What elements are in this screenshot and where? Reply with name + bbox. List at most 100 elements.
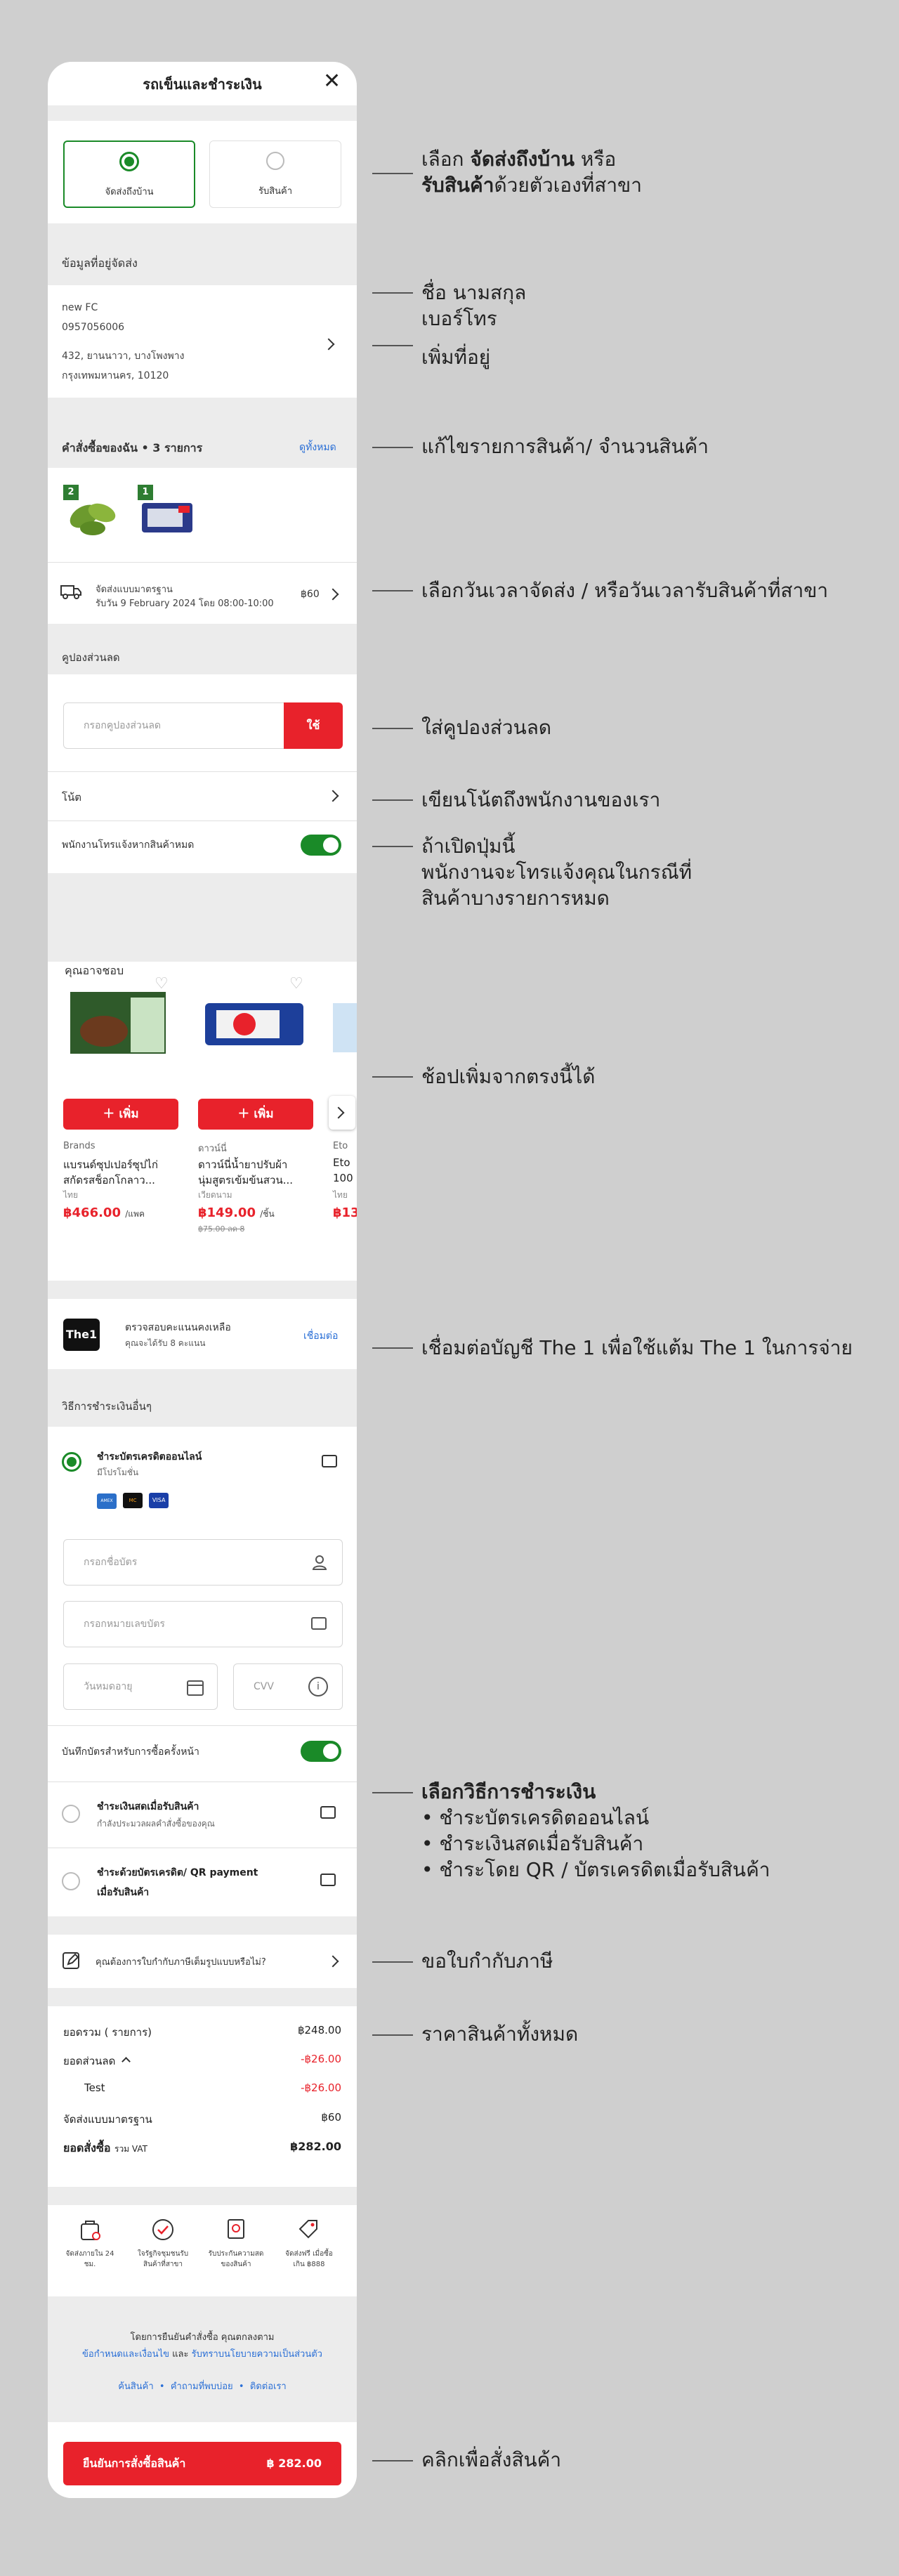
order-section-title: คำสั่งซื้อของฉัน • 3 รายการ <box>62 441 203 455</box>
note-row[interactable]: โน้ต <box>48 772 357 820</box>
subtotal-value: ฿248.00 <box>297 2024 341 2036</box>
annotation-shipping-slot: เลือกวันเวลาจัดส่ง / หรือวันเวลารับสินค้… <box>421 579 829 602</box>
credit-card-icon <box>311 1617 327 1630</box>
terms-links: ข้อกำหนดและเงื่อนไข และ รับทราบนโยบายควา… <box>82 2349 322 2360</box>
qr-payment-option[interactable]: ชำระด้วยบัตรเครดิต/ QR payment เมื่อรับส… <box>48 1848 357 1916</box>
product-old-price: ฿75.00 ลด 8 <box>198 1224 245 1234</box>
carousel-next-button[interactable] <box>329 1096 355 1130</box>
footer-links: ค้นสินค้า • คำถามที่พบบ่อย • ติดต่อเรา <box>118 2381 287 2392</box>
checkout-total: ฿ 282.00 <box>266 2457 322 2470</box>
card-name-input[interactable]: กรอกชื่อบัตร <box>63 1539 343 1586</box>
annotation-tax: ขอใบกำกับภาษี <box>421 1949 553 1973</box>
product-brand: Eto <box>333 1141 348 1151</box>
shipping-fee-value: ฿60 <box>321 2111 341 2124</box>
address-section-title: ข้อมูลที่อยู่จัดส่ง <box>62 256 138 270</box>
the1-row[interactable]: The1 ตรวจสอบคะแนนคงเหลือ คุณจะได้รับ 8 ค… <box>48 1299 357 1369</box>
save-card-toggle[interactable] <box>301 1741 341 1762</box>
heart-icon[interactable]: ♡ <box>155 975 169 993</box>
product-image <box>333 1003 357 1052</box>
card-number-input[interactable]: กรอกหมายเลขบัตร <box>63 1601 343 1647</box>
edit-document-icon <box>63 1952 79 1969</box>
discount-item-label: Test <box>84 2081 105 2094</box>
product-thumb-1[interactable]: 2 <box>63 485 122 544</box>
chevron-right-icon <box>322 338 335 351</box>
product-price: ฿13 <box>333 1205 357 1220</box>
benefit-item: จัดส่งภายใน 24 ชม. <box>53 2218 126 2270</box>
chevron-right-icon <box>327 588 339 601</box>
terms-text: โดยการยืนยันคำสั่งซื้อ คุณตกลงตาม <box>130 2332 275 2343</box>
heart-icon[interactable]: ♡ <box>289 975 303 993</box>
annotation-total: ราคาสินค้าทั้งหมด <box>421 2022 579 2046</box>
delivery-home-label: จัดส่งถึงบ้าน <box>105 187 154 197</box>
info-icon[interactable]: i <box>308 1677 328 1696</box>
expiry-input[interactable]: วันหมดอายุ <box>63 1663 218 1710</box>
cod-sub: กำลังประมวลผลคำสั่งซื้อของคุณ <box>97 1819 215 1829</box>
delivery-home-option[interactable]: จัดส่งถึงบ้าน <box>63 140 195 208</box>
truck-icon <box>60 585 81 599</box>
chevron-up-icon <box>122 2057 131 2066</box>
product-name-cont: นุ่มสูตรเข้มข้นสวน... <box>198 1174 294 1186</box>
product-thumb-2[interactable]: 1 <box>138 485 197 544</box>
qr-title: ชำระด้วยบัตรเครดิต/ QR payment <box>97 1867 258 1878</box>
page-title: รถเข็นและชำระเงิน <box>143 76 262 93</box>
the1-connect-link[interactable]: เชื่อมต่อ <box>303 1328 338 1344</box>
apply-coupon-button[interactable]: ใช้ <box>284 702 343 749</box>
discount-toggle[interactable]: ยอดส่วนลด <box>63 2053 131 2070</box>
footer-link-contact[interactable]: ติดต่อเรา <box>250 2381 287 2392</box>
delivery-bag-icon <box>81 2221 100 2240</box>
delivery-pickup-label: รับสินค้า <box>258 186 293 197</box>
benefit-item: รับประกันความสด ของสินค้า <box>199 2218 273 2270</box>
confirm-order-button[interactable]: ยืนยันการสั่งซื้อสินค้า ฿ 282.00 <box>63 2442 341 2485</box>
subtotal-label: ยอดรวม ( รายการ) <box>63 2026 152 2039</box>
order-total-label: ยอดสั่งซื้อ รวม VAT <box>63 2141 147 2155</box>
card-payment-option[interactable]: ชำระบัตรเครดิตออนไลน์ มีโปรโมชั่น AMEX M… <box>48 1427 357 1518</box>
coupon-input[interactable]: กรอกคูปองส่วนลด <box>63 702 288 749</box>
radio-unselected-icon <box>62 1872 80 1890</box>
tax-invoice-label: คุณต้องการใบกำกับภาษีเต็มรูปแบบหรือไม่? <box>96 1957 266 1968</box>
annotation-the1: เชื่อมต่อบัญชี The 1 เพื่อใช้แต้ม The 1 … <box>421 1336 853 1359</box>
benefit-item: ใจรัฐกิจชุมชนรับ สินค้าที่สาขา <box>126 2218 199 2270</box>
cod-payment-option[interactable]: ชำระเงินสดเมื่อรับสินค้า กำลังประมวลผลคำ… <box>48 1782 357 1847</box>
annotation-edit-items: แก้ไขรายการสินค้า/ จำนวนสินค้า <box>421 435 709 458</box>
recipient-phone: 0957056006 <box>62 322 125 333</box>
add-to-cart-button[interactable]: ＋ เพิ่ม <box>198 1099 313 1130</box>
radio-selected-icon <box>119 152 139 171</box>
annotation-coupon: ใส่คูปองส่วนลด <box>421 716 552 739</box>
cvv-input[interactable]: CVV i <box>233 1663 343 1710</box>
free-shipping-tag-icon <box>298 2220 317 2239</box>
product-name-cont: 100 <box>333 1172 353 1184</box>
close-icon[interactable]: ✕ <box>323 69 341 93</box>
product-price: ฿149.00 /ชิ้น <box>198 1205 275 1220</box>
address-card[interactable]: new FC 0957056006 432, ยานนาวา, บางโพงพา… <box>48 285 357 398</box>
product-card[interactable]: ♡ ＋ เพิ่ม Brands แบรนด์ซุปเปอร์ซุปไก่ สก… <box>63 975 183 1235</box>
product-name: ดาวน์นี่น้ำยาปรับผ้า <box>198 1158 288 1171</box>
product-origin: เวียดนาม <box>198 1190 232 1200</box>
annotation-shop-more: ช้อปเพิ่มจากตรงนี้ได้ <box>421 1065 596 1088</box>
shipping-title: จัดส่งแบบมาตรฐาน <box>96 584 173 595</box>
staff-call-toggle[interactable] <box>301 835 341 856</box>
the1-title: ตรวจสอบคะแนนคงเหลือ <box>125 1322 231 1333</box>
qty-badge: 2 <box>63 485 79 500</box>
check-badge-icon <box>152 2219 173 2240</box>
annotation-staff-call: ถ้าเปิดปุ่มนี้ พนักงานจะโทรแจ้งคุณในกรณีท… <box>421 835 693 910</box>
amex-logo: AMEX <box>97 1493 117 1509</box>
note-label: โน้ต <box>62 791 82 804</box>
add-to-cart-button[interactable]: ＋ เพิ่ม <box>63 1099 178 1130</box>
qty-badge: 1 <box>138 485 153 500</box>
recipient-name: new FC <box>62 302 98 313</box>
address-line1: 432, ยานนาวา, บางโพงพาง <box>62 351 185 362</box>
radio-unselected-icon <box>62 1805 80 1823</box>
product-brand: ดาวน์นี่ <box>198 1144 227 1154</box>
save-card-label: บันทึกบัตรสำหรับการซื้อครั้งหน้า <box>62 1746 199 1758</box>
privacy-link[interactable]: รับทราบนโยบายความเป็นส่วนตัว <box>192 2349 322 2360</box>
order-total-value: ฿282.00 <box>290 2140 341 2153</box>
user-icon <box>312 1555 327 1570</box>
view-all-link[interactable]: ดูทั้งหมด <box>299 440 336 455</box>
footer-link-faq[interactable]: คำถามที่พบบ่อย <box>171 2381 233 2392</box>
tax-invoice-row[interactable]: คุณต้องการใบกำกับภาษีเต็มรูปแบบหรือไม่? <box>48 1935 357 1988</box>
footer-link-search[interactable]: ค้นสินค้า <box>118 2381 153 2392</box>
product-card[interactable]: ♡ ＋ เพิ่ม ดาวน์นี่ ดาวน์นี่น้ำยาปรับผ้า … <box>198 975 317 1235</box>
shipping-slot-row[interactable]: จัดส่งแบบมาตรฐาน รับวัน 9 February 2024 … <box>48 562 357 624</box>
terms-link[interactable]: ข้อกำหนดและเงื่อนไข <box>82 2349 169 2360</box>
delivery-pickup-option[interactable]: รับสินค้า <box>209 140 341 208</box>
